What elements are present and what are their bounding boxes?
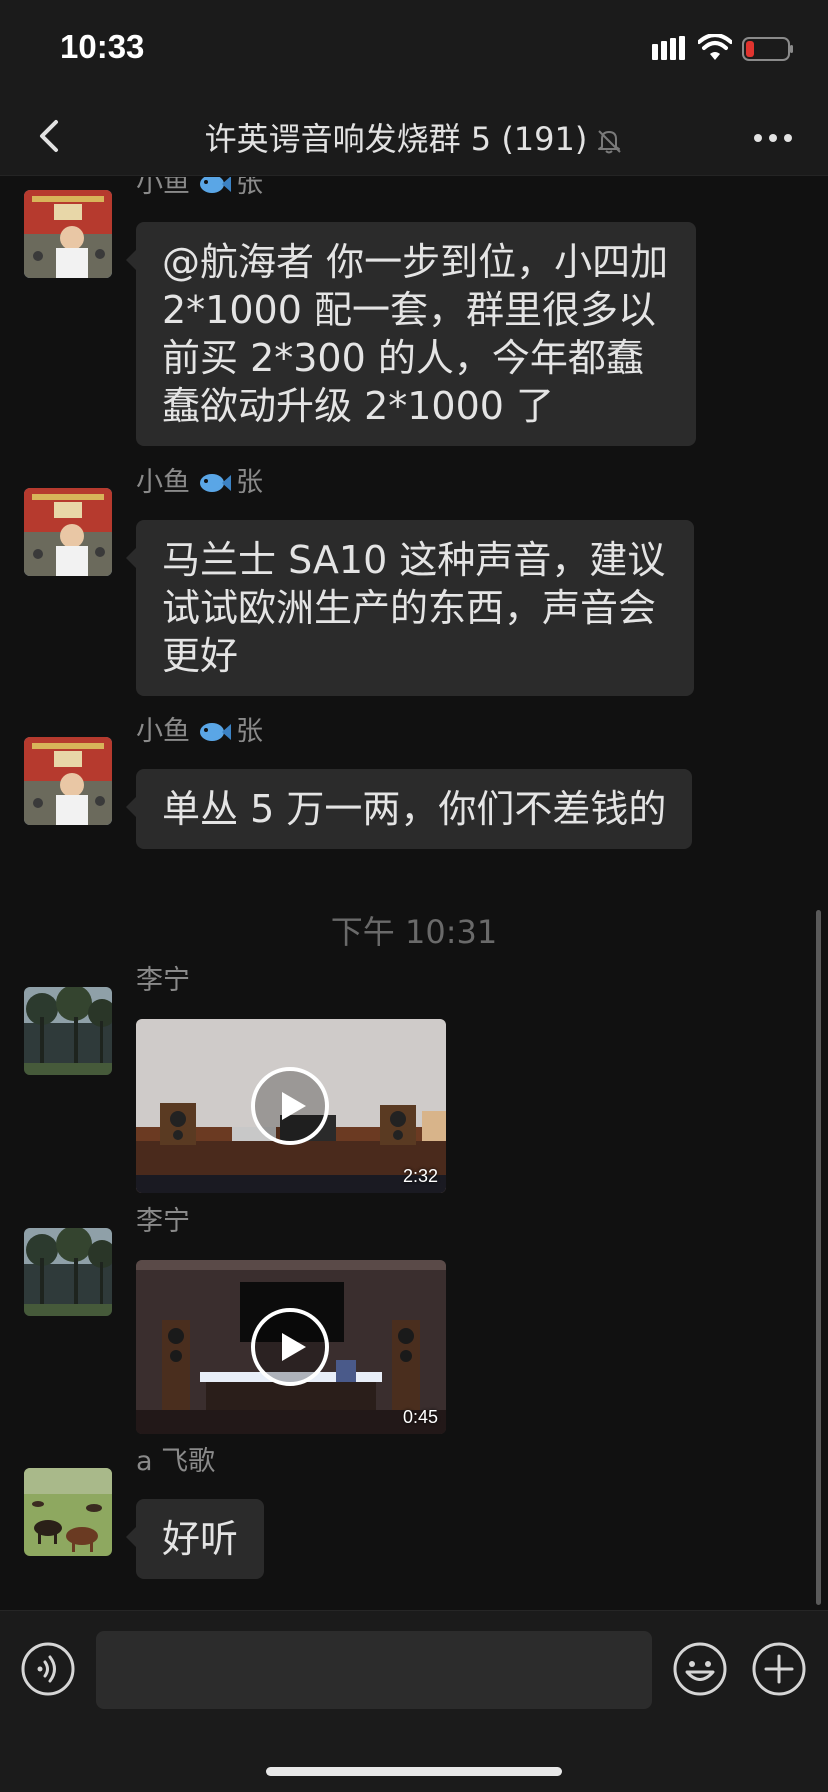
avatar[interactable] <box>24 737 112 825</box>
fish-emoji-icon <box>200 474 231 492</box>
sender-name: 小鱼张 <box>136 716 263 747</box>
scrollbar[interactable] <box>816 910 821 1605</box>
status-time: 10:33 <box>60 28 145 65</box>
sender-name: 小鱼张 <box>136 177 263 200</box>
wifi-icon <box>698 34 732 60</box>
chat-header: 许英谔音响发烧群 5 (191) <box>0 100 828 176</box>
message-bubble[interactable]: @航海者 你一步到位，小四加 2*1000 配一套，群里很多以前买 2*300 … <box>126 222 696 446</box>
mute-bell-icon <box>598 130 622 154</box>
chat-title-text: 许英谔音响发烧群 5 (191) <box>204 120 588 158</box>
avatar[interactable] <box>24 1468 112 1556</box>
fish-emoji-icon <box>200 177 231 193</box>
message-list[interactable]: 小鱼张 @航海者 你一步到位，小四加 2*1000 配一套，群里很多以前买 2*… <box>0 177 828 1610</box>
avatar[interactable] <box>24 190 112 278</box>
plus-icon[interactable] <box>751 1641 807 1697</box>
message-input[interactable] <box>96 1631 652 1709</box>
avatar[interactable] <box>24 987 112 1075</box>
message-bubble[interactable]: 马兰士 SA10 这种声音，建议试试欧洲生产的东西，声音会更好 <box>126 520 694 696</box>
sender-name: a 飞歌 <box>136 1446 216 1477</box>
home-indicator[interactable] <box>266 1767 562 1776</box>
video-duration: 0:45 <box>402 1407 438 1427</box>
sender-name: 李宁 <box>136 1206 190 1237</box>
voice-input-icon[interactable] <box>20 1641 76 1697</box>
chat-title: 许英谔音响发烧群 5 (191) <box>0 114 828 160</box>
avatar[interactable] <box>24 1228 112 1316</box>
sender-name: 李宁 <box>136 965 190 996</box>
avatar[interactable] <box>24 488 112 576</box>
battery-icon <box>742 37 793 61</box>
more-options-icon[interactable] <box>748 118 798 158</box>
play-button-icon[interactable] <box>250 1066 330 1146</box>
time-divider: 下午 10:31 <box>330 913 498 951</box>
video-message[interactable]: 2:32 <box>136 1019 446 1193</box>
cellular-signal-icon <box>652 36 685 60</box>
video-duration: 2:32 <box>402 1166 438 1186</box>
sender-name: 小鱼张 <box>136 467 263 498</box>
fish-emoji-icon <box>200 723 231 741</box>
video-message[interactable]: 0:45 <box>136 1260 446 1434</box>
input-bar <box>0 1610 828 1792</box>
message-bubble[interactable]: 好听 <box>125 1499 265 1579</box>
play-button-icon[interactable] <box>250 1307 330 1387</box>
emoji-icon[interactable] <box>672 1641 728 1697</box>
status-bar: 10:33 <box>0 0 828 100</box>
message-bubble[interactable]: 单丛 5 万一两，你们不差钱的 <box>125 769 693 849</box>
